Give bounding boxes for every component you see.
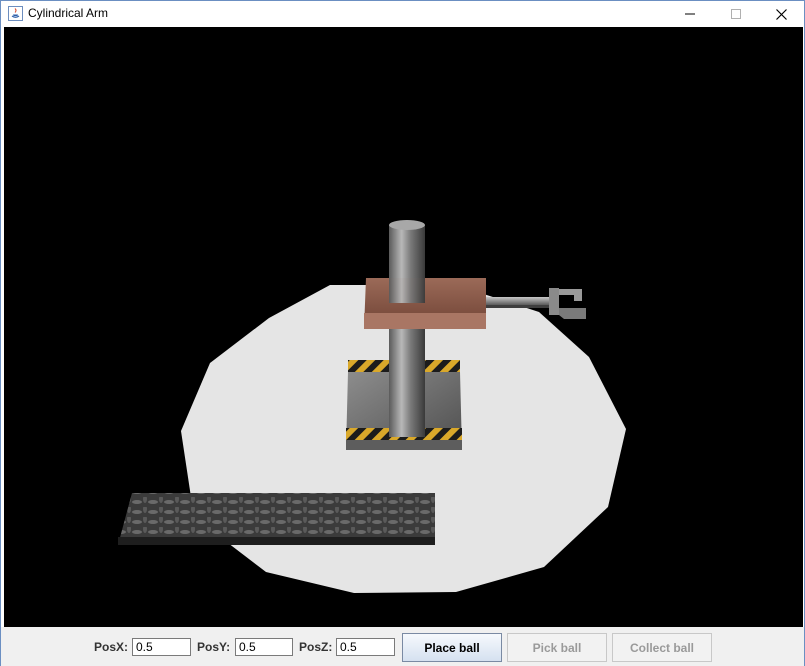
close-button[interactable] <box>758 1 804 27</box>
pick-ball-button[interactable]: Pick ball <box>507 633 607 662</box>
minimize-icon <box>685 13 695 15</box>
java-icon <box>8 6 23 21</box>
slide-plate <box>364 278 486 329</box>
app-window: Cylindrical Arm PosX: PosY: PosZ: 0.5 0.… <box>0 0 805 666</box>
window-title: Cylindrical Arm <box>28 6 109 20</box>
vertical-pole <box>389 225 425 437</box>
3d-viewport[interactable] <box>4 27 803 627</box>
posz-input[interactable] <box>336 638 395 656</box>
posx-input[interactable] <box>132 638 191 656</box>
posy-input[interactable] <box>235 638 293 656</box>
title-bar[interactable]: Cylindrical Arm <box>1 1 804 27</box>
posy-label: PosY: <box>197 640 231 654</box>
posz-label: PosZ: <box>299 640 333 654</box>
robot-arm-scene <box>118 220 626 593</box>
place-ball-button[interactable]: Place ball <box>402 633 502 662</box>
collect-ball-button[interactable]: Collect ball <box>612 633 712 662</box>
posx-label: PosX: <box>94 640 129 654</box>
close-icon <box>775 8 787 20</box>
maximize-button[interactable] <box>713 1 759 27</box>
minimize-button[interactable] <box>667 1 713 27</box>
maximize-icon <box>731 9 741 19</box>
